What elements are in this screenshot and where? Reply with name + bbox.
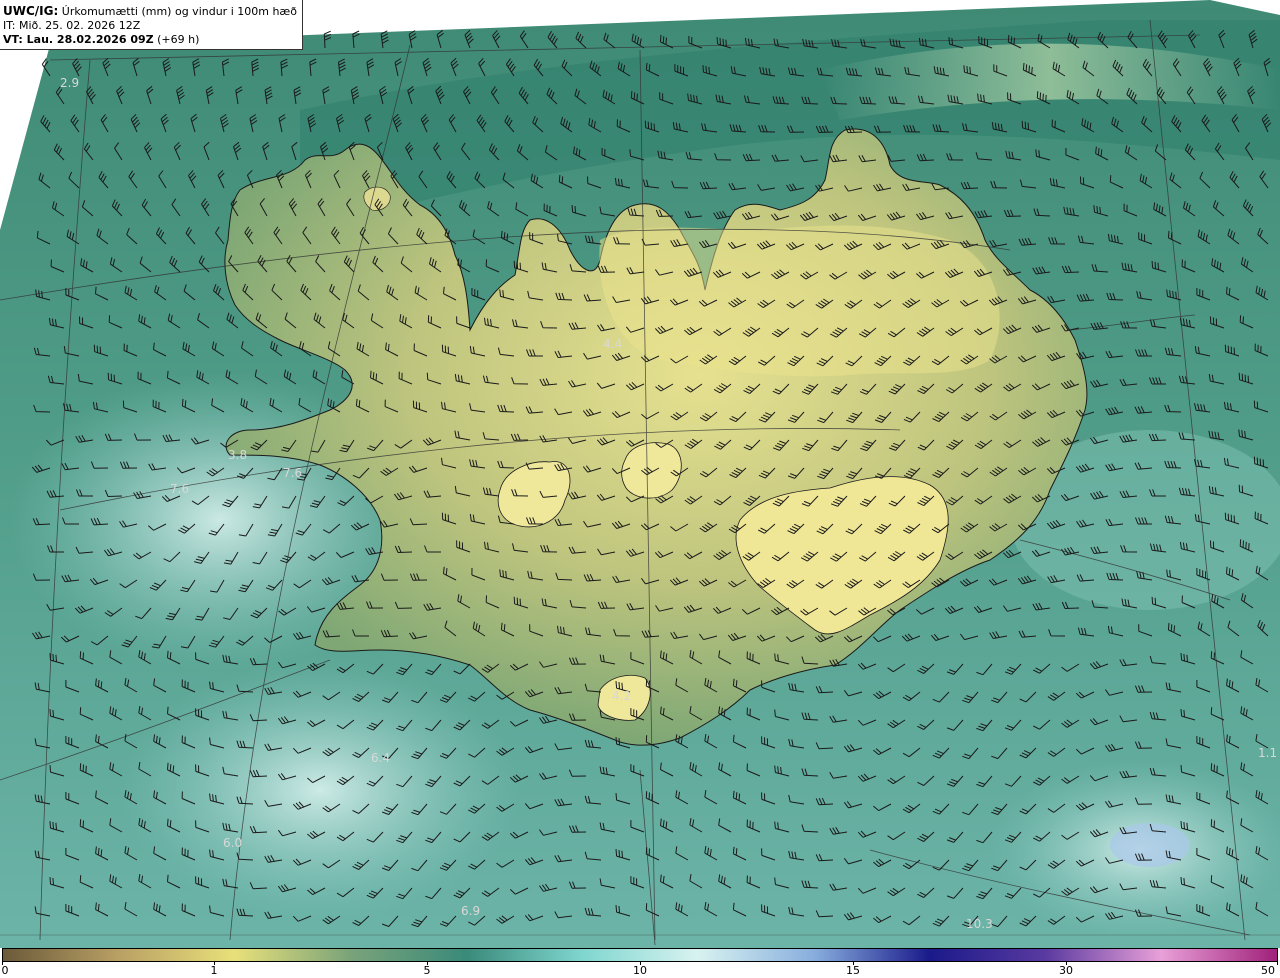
precip-value: 1.1 <box>1258 746 1277 760</box>
colorbar-gradient <box>2 948 1278 962</box>
precip-area-s <box>120 660 520 920</box>
forecast-hour: (+69 h) <box>157 33 200 46</box>
precip-value: 4.2 <box>612 689 631 703</box>
model-name: UWC/IG: <box>3 4 59 18</box>
map-title: Úrkomumætti (mm) og vindur i 100m hæð <box>61 5 297 18</box>
glacier-hofsjokull <box>621 442 682 499</box>
colorbar-label: 10 <box>633 964 647 977</box>
precip-value: 3.8 <box>228 448 247 462</box>
colorbar-label: 1 <box>210 964 218 977</box>
colorbar-label: 15 <box>846 964 860 977</box>
precip-value: 10.3 <box>966 917 993 931</box>
map-info-box: UWC/IG: Úrkomumætti (mm) og vindur i 100… <box>0 0 303 50</box>
colorbar-label: 30 <box>1059 964 1073 977</box>
colorbar-label: 0 <box>1 964 9 977</box>
precip-value: 7.6 <box>170 482 189 496</box>
colorbar-label: 5 <box>423 964 431 977</box>
precip-value: 6.4 <box>371 751 390 765</box>
title-line: UWC/IG: Úrkomumætti (mm) og vindur i 100… <box>3 4 302 19</box>
precip-value: 7.6 <box>283 466 302 480</box>
precip-value: 4.4 <box>603 337 622 351</box>
map-area[interactable]: 2.9 4.4 3.8 7.6 7.6 6.4 6.0 6.9 10.3 1.1… <box>0 0 1280 948</box>
precip-value: 2.9 <box>60 76 79 90</box>
legend-colorbar: 0 1 5 10 15 30 50 <box>0 948 1280 978</box>
valid-time-line: VT: Lau. 28.02.2026 09Z (+69 h) <box>3 33 302 47</box>
colorbar-label: 50 <box>1261 964 1275 977</box>
precip-value: 6.0 <box>223 836 242 850</box>
weather-map[interactable]: 2.9 4.4 3.8 7.6 7.6 6.4 6.0 6.9 10.3 1.1… <box>0 0 1280 948</box>
init-time: IT: Mið. 25. 02. 2026 12Z <box>3 19 141 32</box>
valid-time: VT: Lau. 28.02.2026 09Z <box>3 33 154 46</box>
highland-north <box>599 225 1000 377</box>
precip-value: 6.9 <box>461 904 480 918</box>
